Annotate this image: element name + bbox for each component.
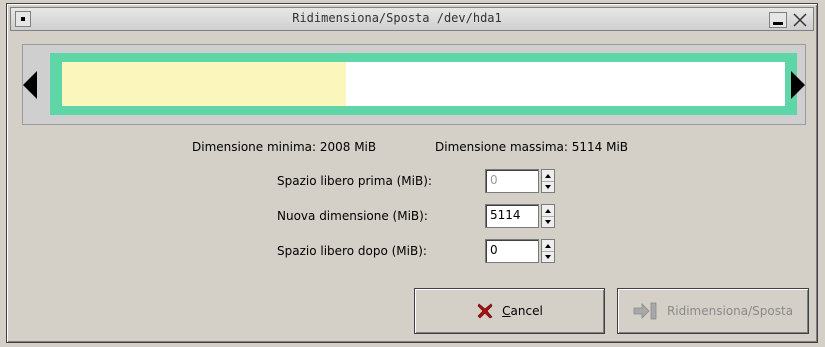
free-after-label: Spazio libero dopo (MiB): [277,244,427,258]
resize-move-label: Ridimensiona/Sposta [666,304,794,318]
partition-bar[interactable] [50,53,797,115]
resize-move-button[interactable]: Ridimensiona/Sposta [617,288,809,334]
minimize-button[interactable] [769,12,787,28]
resize-move-dialog: Ridimensiona/Sposta /dev/hda1 Dimensione… [6,3,818,343]
window-title: Ridimensiona/Sposta /dev/hda1 [292,11,502,25]
free-after-row: Spazio libero dopo (MiB): 0 [7,237,819,265]
arrow-up-icon [545,243,551,248]
decrement-button[interactable] [542,181,554,192]
partition-visual [22,44,806,125]
free-after-input[interactable]: 0 [485,239,539,263]
partition-area [62,62,785,106]
new-size-label: Nuova dimensione (MiB): [277,209,428,223]
cancel-label-rest: ancel [510,304,543,318]
minimize-icon [773,22,783,25]
free-after-stepper[interactable] [541,239,555,263]
free-before-row: Spazio libero prima (MiB): 0 [7,167,819,195]
arrow-down-icon [545,219,551,224]
window-menu-icon [21,17,25,21]
cancel-mnemonic: C [502,304,511,318]
title-bar[interactable]: Ridimensiona/Sposta /dev/hda1 [10,7,814,31]
x-icon [477,303,493,319]
free-before-label: Spazio libero prima (MiB): [277,174,432,188]
close-button[interactable] [791,12,809,28]
decrement-button[interactable] [542,216,554,227]
free-after-spinner[interactable]: 0 [485,239,557,263]
cancel-label: Cancel [502,304,543,318]
free-before-input[interactable]: 0 [485,169,539,193]
free-before-spinner[interactable]: 0 [485,169,557,193]
new-size-input[interactable]: 5114 [485,204,539,228]
arrow-up-icon [545,173,551,178]
max-size-label: Dimensione massima: 5114 MiB [435,140,629,154]
decrement-button[interactable] [542,251,554,262]
arrow-up-icon [545,208,551,213]
move-resize-icon [633,302,657,320]
left-resize-handle[interactable] [23,71,37,99]
min-size-label: Dimensione minima: 2008 MiB [192,140,377,154]
cancel-button[interactable]: Cancel [414,288,605,334]
arrow-down-icon [545,184,551,189]
close-icon [793,13,807,27]
right-resize-handle[interactable] [791,71,805,99]
new-size-row: Nuova dimensione (MiB): 5114 [7,202,819,230]
free-before-stepper[interactable] [541,169,555,193]
new-size-stepper[interactable] [541,204,555,228]
arrow-down-icon [545,254,551,259]
window-menu-button[interactable] [15,11,31,27]
new-size-spinner[interactable]: 5114 [485,204,557,228]
partition-used-space [62,62,347,106]
